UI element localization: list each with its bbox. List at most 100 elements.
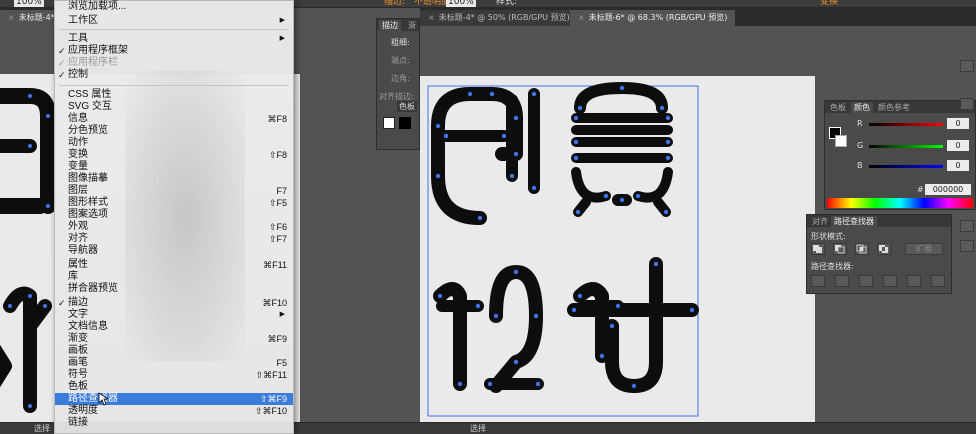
menu-item[interactable]: 导航器 bbox=[55, 245, 293, 257]
tab-doc-b[interactable]: × 未标题-6* @ 68.3% (RGB/GPU 预览) bbox=[570, 10, 736, 26]
menu-item[interactable]: 图案选项 bbox=[55, 209, 293, 221]
tab-swatches[interactable]: 色板 bbox=[827, 102, 849, 113]
zoom-field[interactable]: 100% bbox=[14, 0, 44, 7]
menu-item[interactable]: 工具 ▶ bbox=[55, 33, 293, 45]
channel-r-slider[interactable] bbox=[869, 123, 943, 126]
status-left: 选择 bbox=[34, 424, 50, 433]
channel-g-slider[interactable] bbox=[869, 145, 943, 148]
menu-item-label: 画板 bbox=[68, 345, 88, 356]
menu-item-label: 图像描摹 bbox=[68, 173, 108, 184]
menu-item[interactable]: ✓ 描边 ⌘F10 bbox=[55, 297, 293, 309]
corner-label: 边角: bbox=[391, 74, 410, 83]
right-glyph-artwork[interactable] bbox=[394, 26, 824, 426]
tab-align[interactable]: 对齐 bbox=[809, 216, 831, 227]
tab-gradient[interactable]: 渐 bbox=[405, 20, 419, 31]
stroke-panel: 描边 渐 粗细: 端点: 边角: 对齐描边: 色板 bbox=[376, 18, 420, 150]
menu-item[interactable]: 路径查找器 ⇧⌘F9 bbox=[55, 393, 293, 405]
intersect-button[interactable] bbox=[855, 243, 869, 255]
merge-button[interactable] bbox=[859, 275, 873, 287]
menu-item[interactable]: 浏览加载项... bbox=[55, 1, 293, 13]
menu-item[interactable]: 工作区 ▶ bbox=[55, 15, 293, 27]
menu-item[interactable]: SVG 交互 bbox=[55, 101, 293, 113]
menu-item-label: 描边 bbox=[68, 297, 88, 308]
menu-item[interactable]: 对齐 ⇧F7 bbox=[55, 233, 293, 245]
close-icon[interactable]: × bbox=[578, 13, 585, 22]
menu-item-label: 透明度 bbox=[68, 405, 98, 416]
stroke-swatch[interactable] bbox=[399, 117, 411, 129]
tab-swatch-mini[interactable]: 色板 bbox=[397, 101, 417, 112]
opacity-field[interactable]: 100% bbox=[446, 0, 476, 7]
menu-item-label: SVG 交互 bbox=[68, 101, 112, 112]
menu-item[interactable]: 图形样式 ⇧F5 bbox=[55, 197, 293, 209]
submenu-arrow-icon: ▶ bbox=[279, 311, 285, 318]
divide-button[interactable] bbox=[811, 275, 825, 287]
status-right: 选择 bbox=[470, 424, 486, 433]
tab-color-guide[interactable]: 颜色参考 bbox=[875, 102, 913, 113]
dock-layers-icon[interactable] bbox=[960, 220, 974, 232]
menu-item-shortcut: ⌘F11 bbox=[263, 260, 287, 270]
menu-item[interactable]: 画板 bbox=[55, 345, 293, 357]
minus-back-button[interactable] bbox=[931, 275, 945, 287]
color-spectrum[interactable] bbox=[827, 198, 973, 208]
menu-item[interactable]: 渐变 ⌘F9 bbox=[55, 333, 293, 345]
menu-item-label: 图层 bbox=[68, 185, 88, 196]
menu-item[interactable]: 变量 bbox=[55, 161, 293, 173]
menu-item-shortcut: ⇧F6 bbox=[268, 222, 287, 232]
menu-item[interactable]: CSS 属性 bbox=[55, 89, 293, 101]
menu-item[interactable]: ✓ 控制 bbox=[55, 69, 293, 81]
tab-pathfinder[interactable]: 路径查找器 bbox=[831, 216, 877, 227]
tab-doc-a[interactable]: × 未标题-4* @ 50% (RGB/GPU 预览) bbox=[420, 10, 578, 26]
outline-button[interactable] bbox=[907, 275, 921, 287]
transform-link[interactable]: 变换 bbox=[820, 0, 838, 7]
trim-button[interactable] bbox=[835, 275, 849, 287]
pathfinders-label: 路径查找器: bbox=[811, 262, 854, 271]
menu-separator bbox=[59, 85, 289, 86]
menu-item-shortcut: ⌘F10 bbox=[262, 298, 287, 308]
crop-button[interactable] bbox=[883, 275, 897, 287]
menu-item[interactable]: 文字 ▶ bbox=[55, 309, 293, 321]
weight-label: 粗细: bbox=[391, 38, 410, 47]
exclude-button[interactable] bbox=[877, 243, 891, 255]
menu-item-label: 色板 bbox=[68, 381, 88, 392]
menu-item[interactable]: 属性 ⌘F11 bbox=[55, 259, 293, 271]
menu-item[interactable]: 分色预览 bbox=[55, 125, 293, 137]
menu-item[interactable]: 透明度 ⇧⌘F10 bbox=[55, 405, 293, 417]
menu-item[interactable]: 符号 ⇧⌘F11 bbox=[55, 369, 293, 381]
menu-item[interactable]: 图像描摹 bbox=[55, 173, 293, 185]
unite-button[interactable] bbox=[811, 243, 825, 255]
channel-b-slider[interactable] bbox=[869, 165, 943, 168]
stroke-label[interactable]: 描边: bbox=[384, 0, 405, 7]
menu-item-label: 符号 bbox=[68, 369, 88, 380]
menu-item-label: 渐变 bbox=[68, 333, 88, 344]
menu-item[interactable]: 库 bbox=[55, 271, 293, 283]
dock-libraries-icon[interactable] bbox=[960, 60, 974, 72]
expand-button[interactable]: 扩展 bbox=[905, 243, 943, 255]
stroke-color-swatch[interactable] bbox=[835, 135, 847, 147]
dock-properties-icon[interactable] bbox=[960, 98, 974, 110]
menu-item-label: 动作 bbox=[68, 137, 88, 148]
close-icon[interactable]: × bbox=[8, 13, 15, 22]
dock-artboards-icon[interactable] bbox=[960, 240, 974, 252]
menu-item[interactable]: 变换 ⇧F8 bbox=[55, 149, 293, 161]
menu-item-shortcut: ⌘F8 bbox=[267, 114, 287, 124]
minus-front-button[interactable] bbox=[833, 243, 847, 255]
menu-item[interactable]: 链接 bbox=[55, 417, 293, 429]
menu-item[interactable]: 图层 F7 bbox=[55, 185, 293, 197]
close-icon[interactable]: × bbox=[428, 13, 435, 22]
menu-item[interactable]: 画笔 F5 bbox=[55, 357, 293, 369]
menu-item[interactable]: 动作 bbox=[55, 137, 293, 149]
menu-item[interactable]: 外观 ⇧F6 bbox=[55, 221, 293, 233]
menu-item-label: 导航器 bbox=[68, 245, 98, 256]
pathfinder-panel-tabs: 对齐 路径查找器 bbox=[807, 215, 951, 227]
right-doc-tabbar: × 未标题-4* @ 50% (RGB/GPU 预览) × 未标题-6* @ 68.… bbox=[420, 8, 976, 26]
menu-item[interactable]: 色板 bbox=[55, 381, 293, 393]
tab-color[interactable]: 颜色 bbox=[851, 102, 873, 113]
menu-item[interactable]: 文档信息 bbox=[55, 321, 293, 333]
menu-item-label: 画笔 bbox=[68, 357, 88, 368]
tab-stroke[interactable]: 描边 bbox=[379, 20, 401, 31]
menu-item-shortcut: ⌘F9 bbox=[267, 334, 287, 344]
menu-item[interactable]: ✓ 应用程序框架 bbox=[55, 45, 293, 57]
fill-swatch[interactable] bbox=[383, 117, 395, 129]
menu-item[interactable]: 信息 ⌘F8 bbox=[55, 113, 293, 125]
menu-item[interactable]: 拼合器预览 bbox=[55, 283, 293, 295]
